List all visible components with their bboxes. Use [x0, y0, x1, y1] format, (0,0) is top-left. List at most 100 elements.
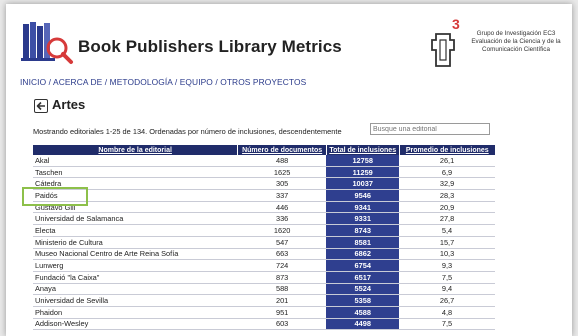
nav-otros-proyectos[interactable]: OTROS PROYECTOS	[220, 77, 306, 87]
cell-total-inclusions: 8743	[326, 224, 400, 237]
cell-documents: 588	[237, 283, 327, 296]
table-row: Cátedra 305 10037 32,9	[33, 177, 495, 191]
page: Book Publishers Library Metrics 3 Grupo …	[6, 4, 572, 336]
cell-average-inclusions: 6,9	[399, 166, 495, 179]
table-row: Paidós 337 9546 28,3	[33, 189, 495, 202]
table-row: Universidad de Salamanca 336 9331 27,8	[33, 212, 495, 226]
table-header-row: Nombre de la editorial Número de documen…	[33, 145, 495, 155]
cell-publisher-name[interactable]: Addison-Wesley	[33, 318, 238, 331]
cell-average-inclusions: 32,9	[399, 177, 495, 191]
ec3-line-3: Comunicación Científica	[482, 46, 550, 53]
cell-average-inclusions: 7,5	[399, 271, 495, 284]
cell-total-inclusions: 5358	[326, 294, 400, 307]
cell-documents: 873	[237, 271, 327, 284]
ec3-mark-icon: 3	[431, 16, 460, 67]
table-row: Anaya 588 5524 9,4	[33, 283, 495, 296]
site-title: Book Publishers Library Metrics	[78, 37, 342, 56]
cell-average-inclusions: 26,7	[399, 294, 495, 307]
cell-total-inclusions: 9341	[326, 201, 400, 214]
nav-equipo[interactable]: EQUIPO	[180, 77, 213, 87]
nav-metodologia[interactable]: METODOLOGÍA	[110, 77, 173, 87]
cell-documents: 446	[237, 201, 327, 214]
ec3-mark-digit: 3	[452, 16, 460, 32]
cell-documents: 488	[237, 155, 327, 167]
cell-total-inclusions: 12758	[326, 155, 400, 167]
nav-separator: /	[102, 77, 110, 87]
header-total[interactable]: Total de inclusiones	[325, 145, 400, 155]
cell-average-inclusions: 20,9	[399, 201, 495, 214]
table-row: Museo Nacional Centro de Arte Reina Sofí…	[33, 248, 495, 261]
cell-average-inclusions: 4,8	[399, 306, 495, 319]
book-search-logo-icon	[21, 22, 73, 64]
cell-total-inclusions: 9546	[326, 189, 400, 202]
results-summary: Mostrando editoriales 1-25 de 134. Orden…	[33, 127, 342, 136]
table-body: Akal 488 12758 26,1 Taschen 1625 11259 6,9 Cáted…	[33, 155, 495, 331]
nav-acerca-de[interactable]: ACERCA DE	[53, 77, 102, 87]
cell-average-inclusions: 9,4	[399, 283, 495, 296]
publishers-table: Nombre de la editorial Número de documen…	[33, 145, 495, 331]
cell-average-inclusions: 28,3	[399, 189, 495, 202]
header-promedio[interactable]: Promedio de inclusiones	[398, 145, 495, 155]
cell-publisher-name[interactable]: Fundació "la Caixa"	[33, 271, 238, 284]
cell-publisher-name[interactable]: Akal	[33, 155, 238, 167]
nav-inicio[interactable]: INICIO	[20, 77, 46, 87]
highlight-box	[22, 187, 88, 206]
cell-publisher-name[interactable]: Phaidon	[33, 306, 238, 319]
cell-average-inclusions: 15,7	[399, 236, 495, 249]
ec3-group-logo: 3 Grupo de Investigación EC3 Evaluación …	[424, 14, 564, 72]
cell-total-inclusions: 8581	[326, 236, 400, 249]
cell-documents: 547	[237, 236, 327, 249]
cell-total-inclusions: 6517	[326, 271, 400, 284]
nav-separator: /	[172, 77, 180, 87]
cell-publisher-name[interactable]: Museo Nacional Centro de Arte Reina Sofí…	[33, 248, 238, 261]
table-row: Electa 1620 8743 5,4	[33, 224, 495, 237]
ec3-group-text: Grupo de Investigación EC3 Evaluación de…	[464, 30, 568, 54]
cell-average-inclusions: 26,1	[399, 155, 495, 167]
cell-total-inclusions: 6862	[326, 248, 400, 261]
cell-publisher-name[interactable]: Lunwerg	[33, 259, 238, 272]
cell-total-inclusions: 5524	[326, 283, 400, 296]
cell-documents: 305	[237, 177, 327, 191]
cell-publisher-name[interactable]: Universidad de Salamanca	[33, 212, 238, 226]
cell-documents: 663	[237, 248, 327, 261]
cell-total-inclusions: 6754	[326, 259, 400, 272]
cell-documents: 337	[237, 189, 327, 202]
cell-total-inclusions: 11259	[326, 166, 400, 179]
ec3-line-1: Grupo de Investigación EC3	[476, 30, 556, 37]
cell-publisher-name[interactable]: Taschen	[33, 166, 238, 179]
cell-documents: 951	[237, 306, 327, 319]
arrow-left-icon	[36, 101, 45, 111]
table-row: Gustavo Gili 446 9341 20,9	[33, 201, 495, 214]
cell-documents: 603	[237, 318, 327, 331]
cell-average-inclusions: 5,4	[399, 224, 495, 237]
cell-total-inclusions: 4588	[326, 306, 400, 319]
table-row: Fundació "la Caixa" 873 6517 7,5	[33, 271, 495, 284]
cell-average-inclusions: 10,3	[399, 248, 495, 261]
section-title: Artes	[52, 97, 86, 112]
cell-publisher-name[interactable]: Electa	[33, 224, 238, 237]
cell-total-inclusions: 4498	[326, 318, 400, 331]
table-row: Taschen 1625 11259 6,9	[33, 166, 495, 179]
top-nav: INICIO / ACERCA DE / METODOLOGÍA / EQUIP…	[20, 77, 306, 87]
cell-total-inclusions: 10037	[326, 177, 400, 191]
cell-documents: 201	[237, 294, 327, 307]
cell-documents: 724	[237, 259, 327, 272]
cell-documents: 336	[237, 212, 327, 226]
cell-publisher-name[interactable]: Anaya	[33, 283, 238, 296]
cell-publisher-name[interactable]: Universidad de Sevilla	[33, 294, 238, 307]
cell-documents: 1625	[237, 166, 327, 179]
back-button[interactable]	[34, 99, 48, 113]
cell-average-inclusions: 27,8	[399, 212, 495, 226]
header-nombre[interactable]: Nombre de la editorial	[33, 145, 238, 155]
publisher-search-input[interactable]	[370, 123, 490, 135]
cell-average-inclusions: 9,3	[399, 259, 495, 272]
cell-average-inclusions: 7,5	[399, 318, 495, 331]
nav-separator: /	[46, 77, 54, 87]
header-documentos[interactable]: Número de documentos	[237, 145, 327, 155]
cell-total-inclusions: 9331	[326, 212, 400, 226]
table-row: Lunwerg 724 6754 9,3	[33, 259, 495, 272]
table-row: Addison-Wesley 603 4498 7,5	[33, 318, 495, 331]
cell-publisher-name[interactable]: Ministerio de Cultura	[33, 236, 238, 249]
ec3-line-2: Evaluación de la Ciencia y de la	[471, 38, 561, 45]
table-row: Ministerio de Cultura 547 8581 15,7	[33, 236, 495, 249]
